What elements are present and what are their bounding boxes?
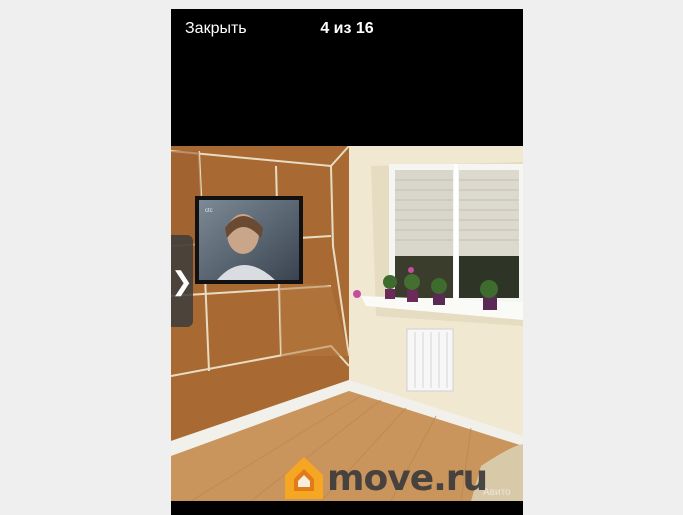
watermark-brand-text: move.ru	[327, 457, 488, 499]
move-ru-watermark: move.ru	[283, 455, 488, 501]
photo-counter: 4 из 16	[320, 20, 374, 37]
listing-photo: ctc	[171, 146, 523, 501]
viewer-top-bar: Закрыть 4 из 16	[171, 9, 523, 49]
svg-text:ctc: ctc	[205, 208, 213, 214]
house-logo-icon	[285, 457, 323, 499]
previous-photo-button[interactable]: ❯	[171, 235, 193, 327]
room-photo-drawing: ctc	[171, 146, 523, 501]
image-viewer: Закрыть 4 из 16 ctc ❯ Авито	[171, 9, 523, 515]
chevron-right-icon: ❯	[171, 266, 193, 296]
